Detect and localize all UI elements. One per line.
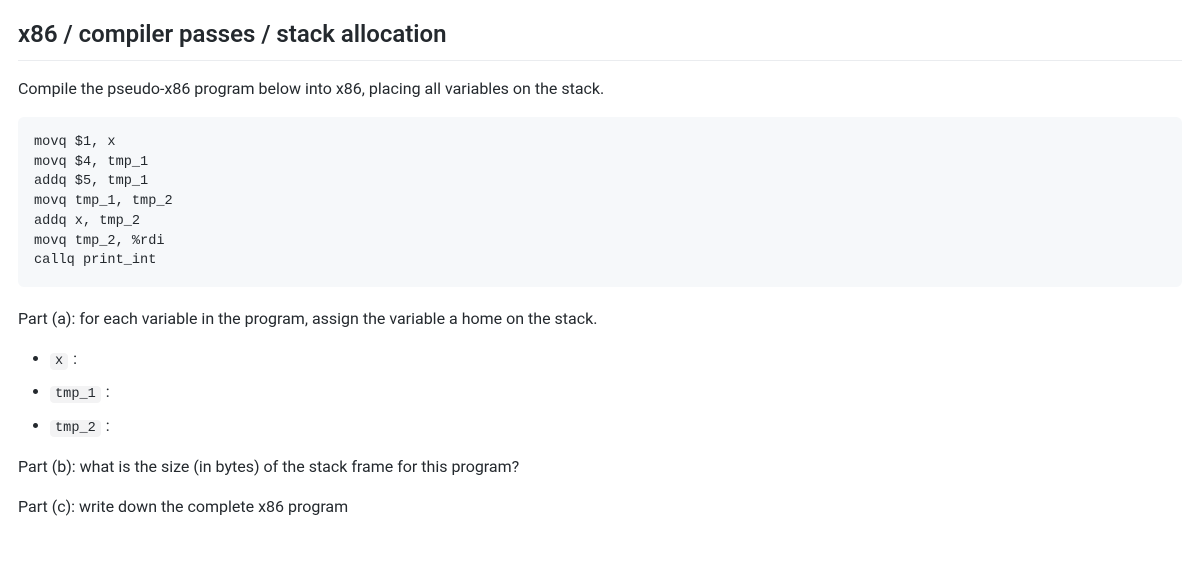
- var-name: x: [50, 353, 68, 370]
- variable-list: x : tmp_1 : tmp_2 :: [18, 347, 1182, 439]
- var-suffix: :: [102, 416, 110, 435]
- page-title: x86 / compiler passes / stack allocation: [18, 16, 1182, 61]
- list-item: tmp_2 :: [50, 414, 1182, 439]
- var-suffix: :: [102, 382, 110, 401]
- part-c-prompt: Part (c): write down the complete x86 pr…: [18, 495, 1182, 519]
- intro-text: Compile the pseudo-x86 program below int…: [18, 77, 1182, 101]
- part-a-prompt: Part (a): for each variable in the progr…: [18, 307, 1182, 331]
- list-item: x :: [50, 347, 1182, 372]
- var-suffix: :: [69, 349, 77, 368]
- var-name: tmp_2: [50, 420, 101, 437]
- list-item: tmp_1 :: [50, 380, 1182, 405]
- pseudo-x86-code: movq $1, x movq $4, tmp_1 addq $5, tmp_1…: [18, 117, 1182, 287]
- var-name: tmp_1: [50, 386, 101, 403]
- part-b-prompt: Part (b): what is the size (in bytes) of…: [18, 455, 1182, 479]
